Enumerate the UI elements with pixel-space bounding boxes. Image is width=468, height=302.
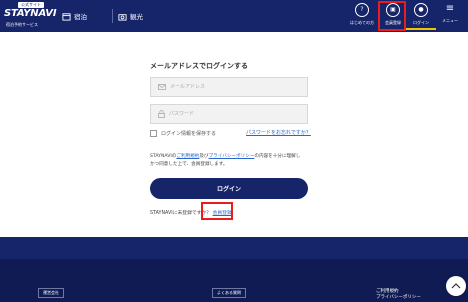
login-header-label: ログイン [413, 20, 429, 25]
nav-divider [112, 9, 113, 23]
lock-icon [158, 110, 165, 118]
forgot-password-link[interactable]: パスワードをお忘れですか？ [246, 129, 311, 136]
first-time-button[interactable]: ? はじめての方 [347, 2, 377, 30]
terms-text: STAYNAVIのご利用規約及びプライバシーポリシーの内容を十分に理解し かつ同… [150, 153, 310, 169]
footer-band [0, 237, 468, 259]
email-input[interactable] [170, 79, 290, 95]
password-field[interactable] [150, 104, 308, 124]
menu-icon: ≡ [445, 3, 455, 14]
camera-icon [118, 13, 127, 21]
menu-label: メニュー [442, 18, 458, 23]
login-button[interactable]: ログイン [150, 178, 308, 199]
highlight-box-member-register [378, 1, 406, 31]
faq-link[interactable]: よくある質問 [212, 288, 246, 298]
chevron-up-icon [451, 283, 461, 289]
login-header-button[interactable]: ● ログイン [406, 2, 436, 30]
menu-button[interactable]: ≡ メニュー [435, 2, 465, 30]
privacy-policy-link[interactable]: プライバシーポリシー [209, 154, 255, 159]
first-time-label: はじめての方 [350, 20, 374, 25]
scroll-to-top-button[interactable] [446, 276, 466, 296]
nav-sightseeing-label: 観光 [130, 13, 143, 21]
staynavi-logo[interactable]: 公式サイト STAYNAVI 宿泊予約サービス [4, 2, 57, 30]
terms-line2: かつ同意した上で、会員登録します。 [150, 162, 228, 167]
remember-login[interactable]: ログイン情報を保存する [150, 130, 216, 137]
user-icon: ● [414, 3, 428, 17]
company-link[interactable]: 運営会社 [38, 288, 64, 298]
nav-sightseeing[interactable]: 観光 [118, 9, 143, 23]
terms-prefix: STAYNAVIの [150, 154, 177, 159]
footer-links: ご利用規約 プライバシーポリシー [376, 289, 421, 301]
password-input[interactable] [169, 106, 289, 122]
terms-of-use-link[interactable]: ご利用規約 [176, 154, 199, 159]
logo-subtitle: 宿泊予約サービス [6, 22, 38, 27]
page-title: メールアドレスでログインする [150, 62, 248, 70]
logo-brand: STAYNAVI [4, 8, 57, 19]
terms-suffix: の内容を十分に理解し [254, 154, 301, 159]
footer-privacy-link[interactable]: プライバシーポリシー [376, 295, 421, 301]
email-field[interactable] [150, 77, 308, 97]
nav-stay-label: 宿泊 [74, 13, 87, 21]
remember-checkbox[interactable] [150, 130, 157, 137]
mail-icon [158, 84, 166, 90]
highlight-box-register-link [201, 202, 233, 220]
calendar-icon [62, 12, 71, 21]
remember-label: ログイン情報を保存する [161, 131, 217, 137]
terms-mid: 及び [199, 154, 209, 159]
question-icon: ? [355, 3, 369, 17]
nav-stay[interactable]: 宿泊 [62, 9, 87, 23]
